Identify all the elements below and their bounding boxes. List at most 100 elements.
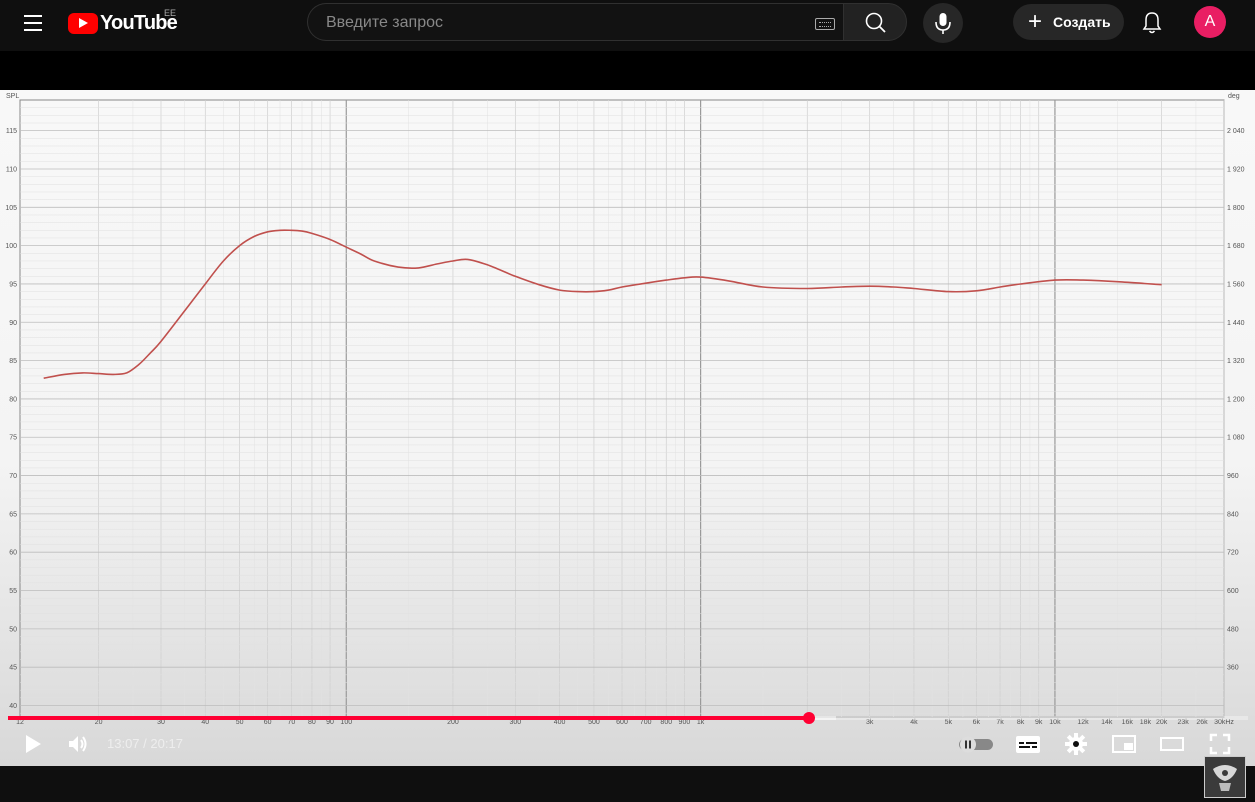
autoplay-toggle-icon	[959, 736, 993, 753]
plus-icon: +	[1027, 8, 1042, 35]
x-tick-label: 26k	[1196, 719, 1208, 726]
x-tick-label: 20k	[1156, 719, 1168, 726]
y2-tick-label: 600	[1227, 588, 1239, 595]
x-tick-label: 600	[616, 719, 628, 726]
y2-tick-label: 1 680	[1227, 243, 1245, 250]
x-tick-label: 16k	[1122, 719, 1134, 726]
x-tick-label: 50	[236, 719, 244, 726]
avatar[interactable]: A	[1194, 6, 1226, 38]
x-tick-label: 12	[16, 719, 24, 726]
current-time: 13:07	[107, 736, 140, 751]
player-controls: 13:07 / 20:17	[0, 726, 1255, 766]
y2-tick-label: 1 080	[1227, 435, 1245, 442]
x-tick-label: 800	[660, 719, 672, 726]
x-tick-label: 18k	[1140, 719, 1152, 726]
x-tick-label: 20	[95, 719, 103, 726]
play-logo-icon	[68, 12, 98, 34]
youtube-logo[interactable]: YouTube	[68, 11, 178, 35]
y2-tick-label: 1 560	[1227, 281, 1245, 288]
gear-icon	[1065, 733, 1087, 755]
voice-search-button[interactable]	[923, 3, 963, 43]
notifications-button[interactable]	[1136, 6, 1168, 38]
create-label: Создать	[1053, 14, 1111, 30]
y-tick-label: 90	[9, 320, 17, 327]
menu-icon	[24, 15, 42, 17]
x-tick-label: 700	[640, 719, 652, 726]
subtitles-button[interactable]	[1010, 726, 1046, 762]
settings-button[interactable]	[1058, 726, 1094, 762]
y2-tick-label: 840	[1227, 511, 1239, 518]
y-tick-label: 105	[5, 205, 17, 212]
y2-tick-label: 480	[1227, 626, 1239, 633]
frequency-response-chart: 115 110 105 100 95 90 85 80 75 70 65 60 55 50 45 40 2 0…	[0, 90, 1255, 766]
y-tick-label: 50	[9, 626, 17, 633]
y-tick-label: 80	[9, 396, 17, 403]
y-tick-label: 40	[9, 703, 17, 710]
progress-bar[interactable]	[8, 712, 1248, 724]
menu-button[interactable]	[16, 8, 50, 38]
miniplayer-button[interactable]	[1106, 726, 1142, 762]
mute-button[interactable]	[60, 726, 96, 762]
play-icon	[26, 735, 41, 753]
theater-mode-icon	[1160, 737, 1184, 751]
progress-played	[8, 716, 810, 720]
y-axis-label: SPL	[6, 93, 19, 100]
x-tick-label: 23k	[1177, 719, 1189, 726]
y-tick-label: 100	[5, 243, 17, 250]
x-tick-label: 500	[588, 719, 600, 726]
country-code: EE	[164, 8, 177, 18]
top-bar: YouTube EE + Создать A	[0, 0, 1255, 51]
x-tick-label: 40	[201, 719, 209, 726]
scrubber-handle[interactable]	[803, 712, 816, 724]
x-tick-label: 200	[447, 719, 459, 726]
x-tick-label: 30	[157, 719, 165, 726]
y2-tick-label: 1 920	[1227, 166, 1245, 173]
duration: 20:17	[150, 736, 183, 751]
keyboard-icon[interactable]	[815, 18, 835, 30]
y2-tick-label: 720	[1227, 550, 1239, 557]
play-button[interactable]	[14, 726, 50, 762]
time-display: 13:07 / 20:17	[107, 736, 183, 751]
y-tick-label: 95	[9, 281, 17, 288]
miniplayer-icon	[1112, 735, 1136, 753]
create-button[interactable]: + Создать	[1013, 4, 1124, 40]
search-button[interactable]	[843, 3, 907, 41]
x-tick-label: 7k	[996, 719, 1004, 726]
x-tick-label: 3k	[866, 719, 874, 726]
search-input[interactable]	[324, 4, 808, 42]
y2-tick-label: 960	[1227, 473, 1239, 480]
fullscreen-button[interactable]	[1202, 726, 1238, 762]
x-tick-label: 900	[679, 719, 691, 726]
search-icon	[865, 12, 886, 33]
y-tick-label: 70	[9, 473, 17, 480]
x-tick-label: 90	[326, 719, 334, 726]
y2-tick-label: 1 440	[1227, 320, 1245, 327]
x-tick-label: 1k	[697, 719, 705, 726]
y-tick-label: 60	[9, 550, 17, 557]
x-tick-label: 14k	[1101, 719, 1113, 726]
volume-icon	[69, 736, 87, 752]
x-tick-label: 400	[554, 719, 566, 726]
y2-tick-label: 1 320	[1227, 358, 1245, 365]
x-tick-label: 80	[308, 719, 316, 726]
y-tick-label: 55	[9, 588, 17, 595]
fullscreen-icon	[1209, 733, 1231, 755]
x-tick-label: 300	[509, 719, 521, 726]
x-tick-label: 8k	[1017, 719, 1025, 726]
autoplay-toggle[interactable]	[956, 726, 996, 762]
y2-tick-label: 1 200	[1227, 396, 1245, 403]
microphone-icon	[935, 13, 951, 34]
theater-mode-button[interactable]	[1154, 726, 1190, 762]
x-tick-label: 60	[264, 719, 272, 726]
x-tick-label: 12k	[1077, 719, 1089, 726]
y-tick-label: 75	[9, 435, 17, 442]
x-tick-label: 10k	[1049, 719, 1061, 726]
x-tick-label: 9k	[1035, 719, 1043, 726]
x-tick-label: 6k	[973, 719, 981, 726]
x-tick-label: 5k	[945, 719, 953, 726]
video-frame[interactable]: 115 110 105 100 95 90 85 80 75 70 65 60 55 50 45 40 2 0…	[0, 90, 1255, 798]
y-tick-label: 115	[6, 128, 17, 135]
x-tick-label: 100	[340, 719, 352, 726]
y-tick-label: 65	[9, 511, 17, 518]
y-tick-label: 110	[6, 166, 17, 173]
